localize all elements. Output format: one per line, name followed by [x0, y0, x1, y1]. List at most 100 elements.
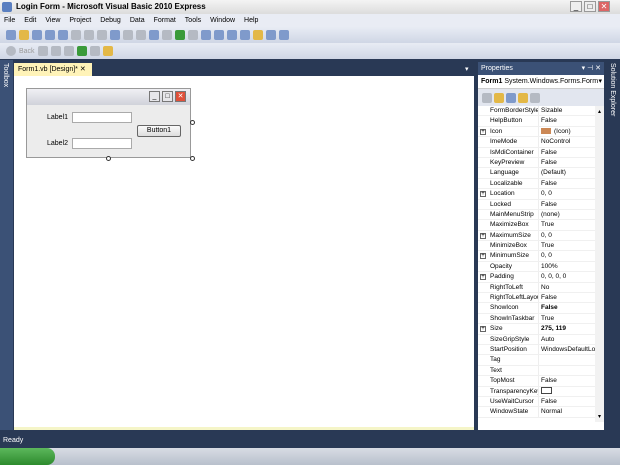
- copy-icon[interactable]: [84, 30, 94, 40]
- undo-icon[interactable]: [149, 30, 159, 40]
- property-value[interactable]: False: [539, 397, 595, 406]
- property-row[interactable]: TopMost False: [478, 376, 595, 387]
- comment-icon[interactable]: [123, 30, 133, 40]
- stop-icon[interactable]: [188, 30, 198, 40]
- property-row[interactable]: Localizable False: [478, 178, 595, 190]
- property-row[interactable]: StartPosition WindowsDefaultLocation: [478, 344, 595, 356]
- object-browser-icon[interactable]: [266, 30, 276, 40]
- property-row[interactable]: HelpButton False: [478, 116, 595, 127]
- redo-icon[interactable]: [162, 30, 172, 40]
- properties-view-icon[interactable]: [506, 92, 516, 103]
- property-row[interactable]: Text: [478, 365, 595, 377]
- label2[interactable]: Label2: [47, 140, 68, 147]
- property-row[interactable]: + MaximumSize 0, 0: [478, 230, 595, 242]
- property-row[interactable]: SizeGripStyle Auto: [478, 334, 595, 345]
- property-value[interactable]: False: [539, 293, 595, 302]
- property-row[interactable]: Language (Default): [478, 168, 595, 179]
- expand-icon[interactable]: +: [480, 128, 486, 135]
- property-value[interactable]: Sizable: [539, 106, 595, 115]
- back-icon[interactable]: [6, 46, 16, 56]
- property-value[interactable]: False: [539, 303, 595, 312]
- expand-icon[interactable]: +: [480, 232, 486, 239]
- open-icon[interactable]: [19, 30, 29, 40]
- alphabetical-icon[interactable]: [494, 92, 504, 103]
- minimize-button[interactable]: _: [570, 1, 582, 12]
- property-value[interactable]: 100%: [539, 262, 595, 271]
- property-row[interactable]: UseWaitCursor False: [478, 396, 595, 408]
- menu-debug[interactable]: Debug: [100, 14, 121, 27]
- textbox2[interactable]: [72, 138, 132, 149]
- link-icon[interactable]: [102, 46, 113, 56]
- expand-icon[interactable]: +: [480, 191, 486, 198]
- property-value[interactable]: [539, 387, 595, 396]
- back-button[interactable]: Back: [19, 48, 35, 55]
- solution-explorer-tab[interactable]: Solution Explorer: [606, 60, 620, 430]
- property-value[interactable]: NoControl: [539, 137, 595, 146]
- property-value[interactable]: WindowsDefaultLocation: [539, 345, 595, 354]
- property-value[interactable]: (none): [539, 210, 595, 219]
- property-row[interactable]: + Padding 0, 0, 0, 0: [478, 272, 595, 283]
- new-project-icon[interactable]: [6, 30, 16, 40]
- button1[interactable]: Button1: [137, 125, 181, 137]
- toolbox-tab[interactable]: Toolbox: [0, 60, 13, 430]
- tab-dropdown-icon[interactable]: ▾: [465, 65, 469, 73]
- property-row[interactable]: IsMdiContainer False: [478, 147, 595, 158]
- events-icon[interactable]: [518, 92, 528, 103]
- property-row[interactable]: MaximizeBox True: [478, 220, 595, 231]
- property-row[interactable]: + Location 0, 0: [478, 189, 595, 200]
- step-over-icon[interactable]: [214, 30, 224, 40]
- find-icon[interactable]: [110, 30, 120, 40]
- property-row[interactable]: MinimizeBox True: [478, 241, 595, 252]
- save-icon[interactable]: [45, 30, 55, 40]
- property-value[interactable]: No: [539, 283, 595, 292]
- textbox1[interactable]: [72, 112, 132, 123]
- categorized-icon[interactable]: [482, 92, 492, 103]
- property-value[interactable]: Auto: [539, 335, 595, 344]
- solution-explorer-icon[interactable]: [240, 30, 250, 40]
- property-value[interactable]: False: [539, 116, 595, 125]
- properties-icon[interactable]: [253, 30, 263, 40]
- property-row[interactable]: Opacity 100%: [478, 261, 595, 273]
- resize-handle-corner[interactable]: [190, 156, 195, 161]
- property-value[interactable]: Normal: [539, 407, 595, 416]
- property-row[interactable]: + MinimumSize 0, 0: [478, 251, 595, 262]
- maximize-button[interactable]: □: [584, 1, 596, 12]
- expand-icon[interactable]: +: [480, 253, 486, 260]
- property-row[interactable]: + Icon (Icon): [478, 126, 595, 138]
- property-row[interactable]: ShowInTaskbar True: [478, 313, 595, 325]
- uncomment-icon[interactable]: [136, 30, 146, 40]
- step-out-icon[interactable]: [227, 30, 237, 40]
- home-icon[interactable]: [63, 46, 74, 56]
- close-button[interactable]: ✕: [598, 1, 610, 12]
- property-row[interactable]: KeyPreview False: [478, 157, 595, 169]
- property-row[interactable]: Tag: [478, 355, 595, 366]
- menu-data[interactable]: Data: [130, 14, 145, 27]
- property-grid-scrollbar[interactable]: ▴ ▾: [595, 106, 604, 422]
- property-value[interactable]: False: [539, 158, 595, 167]
- property-value[interactable]: [539, 366, 595, 375]
- property-row[interactable]: RightToLeft No: [478, 282, 595, 294]
- menu-view[interactable]: View: [45, 14, 60, 27]
- property-row[interactable]: MainMenuStrip (none): [478, 209, 595, 221]
- property-value[interactable]: True: [539, 241, 595, 250]
- cut-icon[interactable]: [71, 30, 81, 40]
- add-item-icon[interactable]: [32, 30, 42, 40]
- tab-close-icon[interactable]: ✕: [80, 66, 86, 73]
- resize-handle-bottom[interactable]: [106, 156, 111, 161]
- form1-preview[interactable]: _ □ ✕ Label1 Label2 Button1: [26, 88, 191, 158]
- property-value[interactable]: 0, 0, 0, 0: [539, 272, 595, 281]
- property-value[interactable]: (Icon): [539, 127, 595, 136]
- property-value[interactable]: 0, 0: [539, 189, 595, 198]
- font-size-icon[interactable]: [89, 46, 100, 56]
- property-value[interactable]: 0, 0: [539, 231, 595, 240]
- paste-icon[interactable]: [97, 30, 107, 40]
- start-debug-icon[interactable]: [175, 30, 185, 40]
- property-value[interactable]: False: [539, 148, 595, 157]
- property-pages-icon[interactable]: [530, 92, 540, 103]
- property-row[interactable]: Locked False: [478, 199, 595, 210]
- menu-edit[interactable]: Edit: [24, 14, 36, 27]
- resize-handle-right[interactable]: [190, 120, 195, 125]
- expand-icon[interactable]: +: [480, 326, 486, 333]
- property-value[interactable]: 0, 0: [539, 251, 595, 260]
- property-row[interactable]: RightToLeftLayout False: [478, 293, 595, 304]
